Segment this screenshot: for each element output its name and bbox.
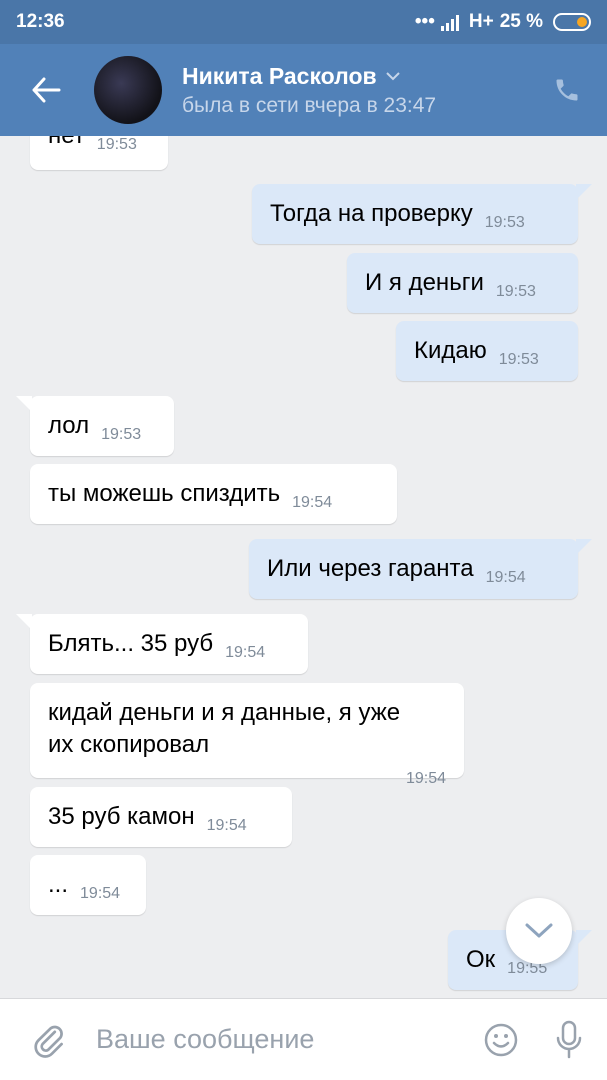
message-text-line-2: их скопировал — [48, 731, 210, 758]
message-text: И я деньги — [365, 269, 484, 296]
scroll-down-button[interactable] — [506, 898, 572, 964]
message-time: 19:54 — [206, 817, 247, 834]
signal-icon — [440, 15, 459, 31]
message-text: 35 руб камон — [48, 803, 195, 830]
message-incoming[interactable]: ты можешь спиздить 19:54 — [30, 464, 397, 524]
status-time: 12:36 — [16, 11, 65, 32]
message-time: 19:54 — [292, 494, 333, 511]
message-input[interactable]: Ваше сообщение — [96, 1024, 471, 1055]
status-bar: 12:36 ••• H+ 25 % — [0, 0, 607, 44]
arrow-left-icon — [32, 77, 61, 103]
message-text: Блять... 35 руб — [48, 630, 214, 657]
avatar[interactable] — [94, 56, 162, 124]
battery-percent: 25 % — [499, 11, 543, 32]
message-text: нет — [48, 136, 85, 149]
chevron-down-icon — [385, 72, 400, 81]
back-button[interactable] — [0, 44, 92, 136]
message-incoming[interactable]: 35 руб камон 19:54 — [30, 787, 292, 847]
voice-button[interactable] — [531, 1020, 607, 1060]
message-incoming[interactable]: кидай деньги и я данные, я уже их скопир… — [30, 683, 464, 787]
message-text: Кидаю — [414, 337, 487, 364]
message-incoming[interactable]: лол 19:53 — [16, 396, 174, 456]
composer: Ваше сообщение — [0, 998, 607, 1080]
battery-icon — [553, 13, 591, 31]
message-text: Ок — [466, 946, 496, 973]
smile-icon — [484, 1023, 518, 1056]
message-text: ... — [48, 871, 69, 898]
network-type: H+ — [468, 11, 494, 32]
message-incoming[interactable]: ... 19:54 — [30, 855, 146, 915]
message-text: Или через гаранта — [267, 555, 474, 582]
message-time: 19:53 — [96, 136, 137, 153]
message-time: 19:53 — [101, 426, 142, 443]
message-time: 19:53 — [495, 283, 536, 300]
contact-name: Никита Расколов — [182, 62, 377, 89]
message-time: 19:54 — [225, 644, 266, 661]
message-text-line-1: кидай деньги и я данные, я уже — [48, 699, 401, 726]
call-button[interactable] — [527, 76, 607, 104]
chat-title[interactable]: Никита Расколов была в сети вчера в 23:4… — [182, 63, 527, 118]
message-outgoing[interactable]: И я деньги 19:53 — [347, 253, 578, 313]
message-text: ты можешь спиздить — [48, 480, 281, 507]
message-time: 19:53 — [498, 351, 539, 368]
message-time: 19:53 — [484, 214, 525, 231]
phone-icon — [556, 79, 578, 101]
message-time: 19:54 — [485, 569, 526, 586]
chevron-down-icon — [525, 923, 553, 938]
message-list[interactable]: нет 19:53 Тогда на проверку 19:53 И я день… — [0, 136, 607, 998]
message-text: лол — [48, 412, 90, 439]
last-seen: была в сети вчера в 23:47 — [182, 93, 437, 117]
message-time: 19:54 — [80, 885, 121, 902]
message-outgoing[interactable]: Или через гаранта 19:54 — [249, 539, 592, 599]
message-incoming[interactable]: Блять... 35 руб 19:54 — [16, 614, 308, 674]
message-text: Тогда на проверку — [270, 200, 473, 227]
chat-header: Никита Расколов была в сети вчера в 23:4… — [0, 44, 607, 136]
message-outgoing[interactable]: Кидаю 19:53 — [396, 321, 578, 381]
message-outgoing[interactable]: Тогда на проверку 19:53 — [252, 184, 592, 244]
emoji-button[interactable] — [471, 1022, 531, 1058]
dots-icon: ••• — [414, 11, 435, 32]
microphone-icon — [556, 1020, 582, 1058]
message-incoming[interactable]: нет 19:53 — [30, 136, 168, 170]
paperclip-icon — [34, 1025, 63, 1058]
attach-button[interactable] — [0, 1021, 96, 1059]
